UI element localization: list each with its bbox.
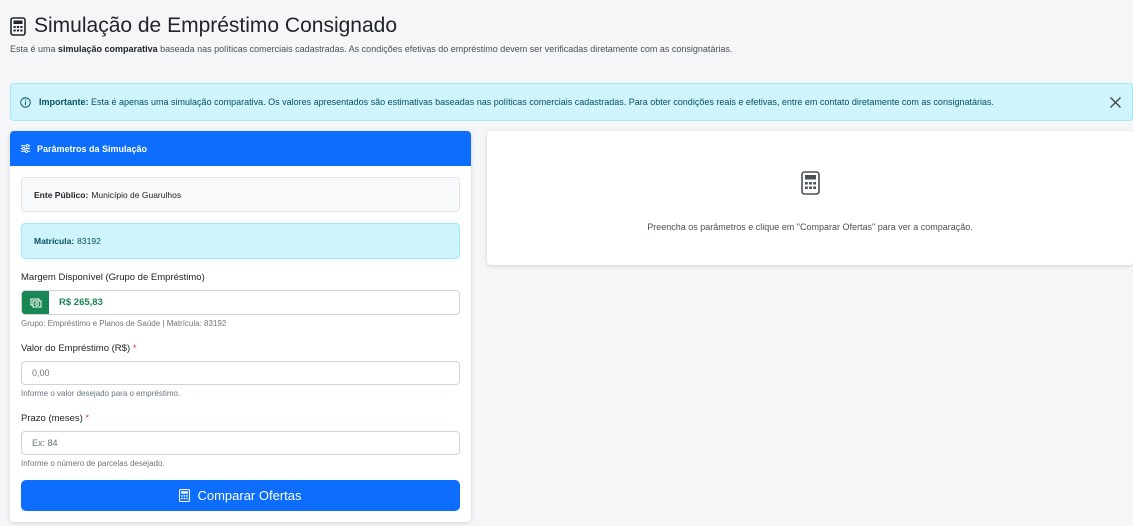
matricula-value: 83192	[77, 236, 101, 246]
info-circle-icon	[20, 96, 31, 108]
valor-help: Informe o valor desejado para o emprésti…	[21, 389, 181, 398]
page-header: Simulação de Empréstimo Consignado Esta …	[10, 14, 1123, 54]
parameters-card-header: Parâmetros da Simulação	[10, 131, 471, 166]
prazo-label-text: Prazo (meses)	[21, 413, 83, 424]
prazo-help: Informe o número de parcelas desejado.	[21, 459, 165, 468]
calculator-icon	[10, 16, 26, 36]
margin-help: Grupo: Empréstimo e Planos de Saúde | Ma…	[21, 319, 227, 328]
margin-display: R$ 265,83	[21, 290, 460, 315]
results-placeholder-text: Preencha os parâmetros e clique em "Comp…	[647, 222, 973, 232]
simulation-parameters-card: Parâmetros da Simulação Ente Público: Mu…	[10, 131, 471, 522]
calculator-icon	[179, 489, 191, 502]
margin-value: R$ 265,83	[59, 297, 103, 308]
compare-offers-button[interactable]: Comparar Ofertas	[21, 480, 460, 511]
matricula-label: Matrícula:	[34, 236, 75, 246]
comparison-results-card: Preencha os parâmetros e clique em "Comp…	[487, 131, 1133, 265]
subtitle-text-end: baseada nas políticas comerciais cadastr…	[157, 44, 733, 54]
subtitle-bold: simulação comparativa	[58, 44, 158, 54]
loan-value-input[interactable]	[21, 361, 460, 385]
alert-text: Importante: Esta é apenas uma simulação …	[39, 97, 994, 107]
subtitle-text-start: Esta é uma	[10, 44, 59, 54]
matricula-box: Matrícula: 83192	[21, 223, 460, 259]
page-title: Simulação de Empréstimo Consignado	[34, 14, 398, 37]
valor-label-text: Valor do Empréstimo (R$)	[21, 343, 131, 354]
margin-icon-box	[22, 291, 49, 314]
term-months-input[interactable]	[21, 431, 460, 455]
important-alert: Importante: Esta é apenas uma simulação …	[10, 83, 1133, 121]
valor-label: Valor do Empréstimo (R$) *	[21, 343, 136, 354]
ente-label: Ente Público:	[34, 189, 89, 200]
alert-bold: Importante:	[39, 97, 89, 107]
title-row: Simulação de Empréstimo Consignado	[10, 14, 1123, 38]
ente-publico-box: Ente Público: Município de Guarulhos	[21, 177, 460, 212]
ente-value: Município de Guarulhos	[91, 189, 182, 200]
compare-button-label: Comparar Ofertas	[197, 488, 302, 503]
prazo-label: Prazo (meses) *	[21, 413, 89, 424]
margin-label: Margem Disponível (Grupo de Empréstimo)	[21, 272, 205, 283]
close-icon[interactable]	[1109, 96, 1122, 109]
parameters-header-title: Parâmetros da Simulação	[37, 143, 148, 154]
alert-message: Esta é apenas uma simulação comparativa.…	[88, 97, 994, 107]
sliders-icon	[20, 144, 31, 153]
cash-icon	[30, 298, 41, 307]
calculator-icon	[801, 171, 820, 195]
valor-required-mark: *	[132, 343, 137, 354]
prazo-required-mark: *	[85, 413, 90, 424]
page-subtitle: Esta é uma simulação comparativa baseada…	[10, 44, 1123, 54]
